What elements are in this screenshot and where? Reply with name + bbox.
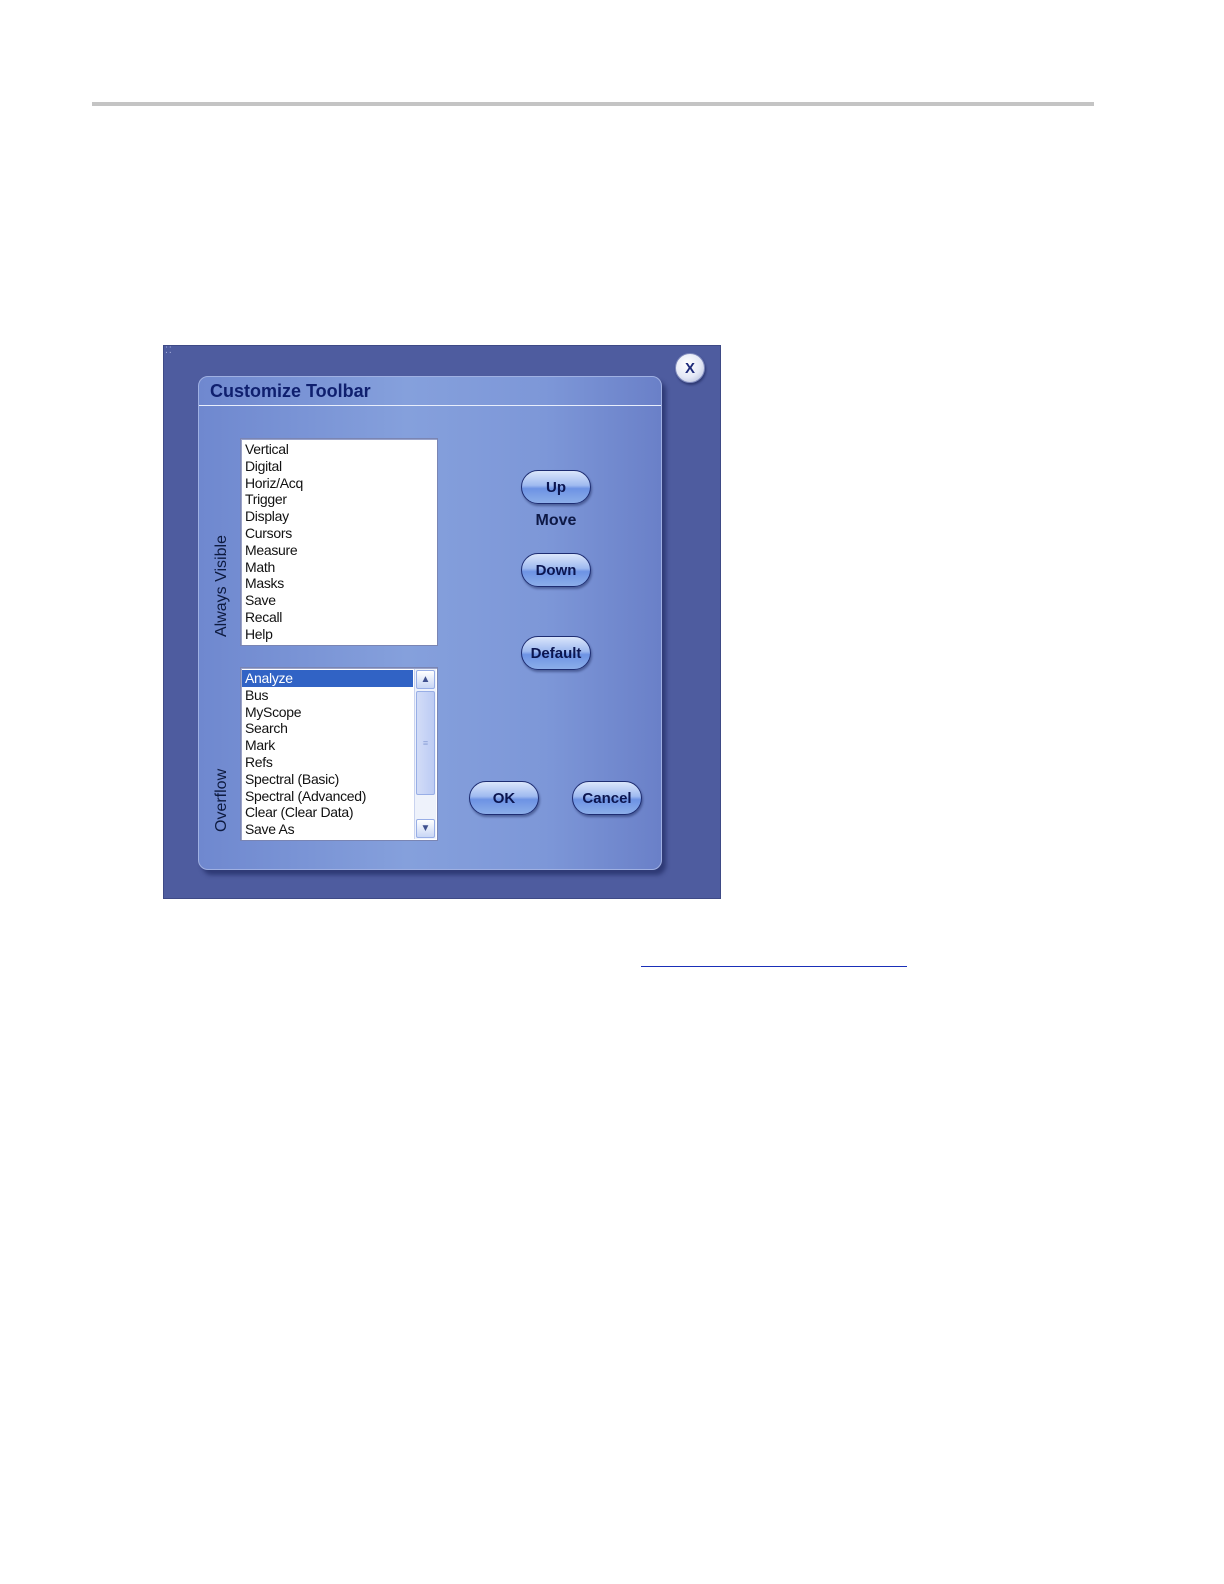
overflow-scrollbar[interactable]: ▲ ≡ ▼ <box>414 669 436 839</box>
panel-title-bar: Customize Toolbar <box>199 377 661 406</box>
overflow-list[interactable]: Analyze Bus MyScope Search Mark Refs Spe… <box>240 667 438 841</box>
chevron-down-icon: ▼ <box>420 823 431 834</box>
dialog-frame: ⁚⁚ X Customize Toolbar Always Visible Ve… <box>163 345 721 899</box>
hyperlink-underline[interactable] <box>641 966 907 967</box>
dialog-title: Customize Toolbar <box>210 381 371 401</box>
list-item[interactable]: Search <box>242 720 413 737</box>
list-item[interactable]: Save As <box>242 821 413 838</box>
list-item[interactable]: Bus <box>242 687 413 704</box>
close-icon: X <box>684 359 695 377</box>
chevron-up-icon: ▲ <box>420 674 431 685</box>
move-down-button[interactable]: Down <box>521 553 591 587</box>
list-item[interactable]: Spectral (Basic) <box>242 771 413 788</box>
list-item[interactable]: Digital <box>242 458 436 475</box>
list-item[interactable]: Masks <box>242 575 436 592</box>
list-item[interactable]: Recall <box>242 609 436 626</box>
cancel-button[interactable]: Cancel <box>572 781 642 815</box>
list-item[interactable]: Save <box>242 592 436 609</box>
move-up-button[interactable]: Up <box>521 470 591 504</box>
close-button[interactable]: X <box>675 353 705 383</box>
list-item-selected[interactable]: Analyze <box>242 670 413 687</box>
grip-icon: ⁚⁚ <box>165 345 173 355</box>
list-item[interactable]: Spectral (Advanced) <box>242 788 413 805</box>
scroll-thumb[interactable]: ≡ <box>416 691 435 795</box>
list-item[interactable]: Refs <box>242 754 413 771</box>
ok-button[interactable]: OK <box>469 781 539 815</box>
list-item[interactable]: Math <box>242 559 436 576</box>
always-visible-list[interactable]: Vertical Digital Horiz/Acq Trigger Displ… <box>240 438 438 646</box>
list-item[interactable]: Horiz/Acq <box>242 475 436 492</box>
always-visible-label: Always Visible <box>213 535 230 637</box>
list-item[interactable]: Trigger <box>242 491 436 508</box>
list-item[interactable]: Display <box>242 508 436 525</box>
list-item[interactable]: Clear (Clear Data) <box>242 804 413 821</box>
scroll-down-button[interactable]: ▼ <box>416 819 435 838</box>
overflow-label: Overflow <box>213 768 230 832</box>
default-button[interactable]: Default <box>521 636 591 670</box>
list-item[interactable]: MyScope <box>242 704 413 721</box>
page-header-rule <box>92 102 1094 106</box>
list-item[interactable]: Vertical <box>242 441 436 458</box>
list-item[interactable]: Help <box>242 626 436 643</box>
list-item[interactable]: Mark <box>242 737 413 754</box>
list-item[interactable]: Cursors <box>242 525 436 542</box>
customize-toolbar-panel: Customize Toolbar Always Visible Vertica… <box>198 376 662 870</box>
move-label: Move <box>535 512 577 529</box>
list-item[interactable]: Measure <box>242 542 436 559</box>
scroll-up-button[interactable]: ▲ <box>416 670 435 689</box>
grip-icon: ≡ <box>422 738 429 748</box>
